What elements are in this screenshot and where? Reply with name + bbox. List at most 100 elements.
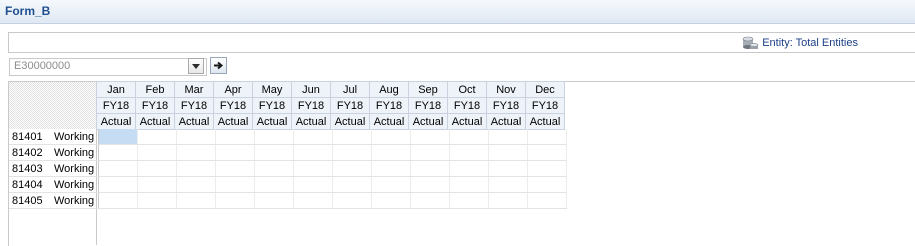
row-header-version[interactable]: Working	[51, 144, 99, 161]
entity-pov[interactable]: Entity: Total Entities	[742, 36, 858, 50]
data-cell[interactable]	[137, 176, 177, 193]
data-cell[interactable]	[176, 129, 216, 145]
column-header-year[interactable]: FY18	[96, 97, 136, 114]
data-cell[interactable]	[449, 129, 489, 145]
row-header-account[interactable]: 81405	[9, 192, 51, 209]
column-header-month[interactable]: Nov	[486, 81, 526, 98]
column-header-month[interactable]: Apr	[213, 81, 253, 98]
data-cell[interactable]	[371, 129, 411, 145]
data-cell[interactable]	[293, 129, 333, 145]
data-cell[interactable]	[371, 144, 411, 161]
column-header-year[interactable]: FY18	[525, 97, 565, 114]
data-cell[interactable]	[332, 129, 372, 145]
column-header-scenario[interactable]: Actual	[291, 113, 331, 130]
data-cell[interactable]	[254, 129, 294, 145]
data-cell[interactable]	[215, 192, 255, 209]
data-cell[interactable]	[176, 192, 216, 209]
column-header-year[interactable]: FY18	[213, 97, 253, 114]
data-cell[interactable]	[410, 160, 450, 177]
column-header-month[interactable]: May	[252, 81, 292, 98]
data-cell[interactable]	[254, 176, 294, 193]
column-header-year[interactable]: FY18	[252, 97, 292, 114]
column-header-month[interactable]: Sep	[408, 81, 448, 98]
row-header-account[interactable]: 81404	[9, 176, 51, 193]
data-cell[interactable]	[176, 160, 216, 177]
column-header-year[interactable]: FY18	[291, 97, 331, 114]
column-header-month[interactable]: Feb	[135, 81, 175, 98]
data-cell[interactable]	[215, 144, 255, 161]
column-header-scenario[interactable]: Actual	[330, 113, 370, 130]
column-header-month[interactable]: Jun	[291, 81, 331, 98]
data-cell[interactable]	[137, 129, 177, 145]
column-header-year[interactable]: FY18	[369, 97, 409, 114]
data-cell[interactable]	[98, 160, 138, 177]
data-cell[interactable]	[527, 144, 567, 161]
data-cell[interactable]	[98, 144, 138, 161]
data-cell[interactable]	[449, 176, 489, 193]
member-select[interactable]: E30000000	[9, 58, 207, 76]
column-header-year[interactable]: FY18	[330, 97, 370, 114]
data-cell[interactable]	[176, 144, 216, 161]
data-cell[interactable]	[371, 160, 411, 177]
go-button[interactable]	[210, 57, 227, 74]
row-header-account[interactable]: 81401	[9, 129, 51, 145]
data-cell[interactable]	[215, 160, 255, 177]
row-header-version[interactable]: Working	[51, 176, 99, 193]
data-cell[interactable]	[488, 192, 528, 209]
data-cell[interactable]	[137, 192, 177, 209]
data-cell[interactable]	[332, 160, 372, 177]
data-cell[interactable]	[527, 176, 567, 193]
column-header-scenario[interactable]: Actual	[408, 113, 448, 130]
data-cell[interactable]	[332, 192, 372, 209]
data-cell[interactable]	[293, 192, 333, 209]
row-header-version[interactable]: Working	[51, 192, 99, 209]
data-cell[interactable]	[332, 176, 372, 193]
data-cell[interactable]	[410, 129, 450, 145]
column-header-year[interactable]: FY18	[135, 97, 175, 114]
column-header-scenario[interactable]: Actual	[252, 113, 292, 130]
data-cell[interactable]	[293, 176, 333, 193]
data-cell[interactable]	[527, 192, 567, 209]
row-header-account[interactable]: 81403	[9, 160, 51, 177]
column-header-scenario[interactable]: Actual	[447, 113, 487, 130]
column-header-month[interactable]: Oct	[447, 81, 487, 98]
entity-link[interactable]: Entity: Total Entities	[762, 37, 858, 49]
data-cell[interactable]	[488, 129, 528, 145]
data-cell[interactable]	[293, 144, 333, 161]
column-header-year[interactable]: FY18	[174, 97, 214, 114]
data-cell[interactable]	[371, 192, 411, 209]
data-cell[interactable]	[488, 160, 528, 177]
data-cell[interactable]	[449, 192, 489, 209]
column-header-scenario[interactable]: Actual	[525, 113, 565, 130]
column-header-month[interactable]: Aug	[369, 81, 409, 98]
data-cell[interactable]	[449, 160, 489, 177]
data-cell[interactable]	[371, 176, 411, 193]
column-header-month[interactable]: Mar	[174, 81, 214, 98]
data-cell[interactable]	[254, 160, 294, 177]
data-cell[interactable]	[137, 160, 177, 177]
data-cell[interactable]	[137, 144, 177, 161]
column-header-scenario[interactable]: Actual	[96, 113, 136, 130]
data-cell[interactable]	[98, 192, 138, 209]
data-cell[interactable]	[410, 176, 450, 193]
data-cell[interactable]	[332, 144, 372, 161]
column-header-year[interactable]: FY18	[486, 97, 526, 114]
row-header-account[interactable]: 81402	[9, 144, 51, 161]
data-cell[interactable]	[176, 176, 216, 193]
data-cell[interactable]	[488, 144, 528, 161]
data-cell[interactable]	[215, 129, 255, 145]
data-cell[interactable]	[488, 176, 528, 193]
data-cell[interactable]	[98, 176, 138, 193]
data-cell[interactable]	[215, 176, 255, 193]
data-cell[interactable]	[410, 144, 450, 161]
column-header-month[interactable]: Jul	[330, 81, 370, 98]
data-cell[interactable]	[293, 160, 333, 177]
data-cell[interactable]	[527, 129, 567, 145]
member-dropdown-button[interactable]	[188, 58, 204, 74]
data-cell[interactable]	[254, 144, 294, 161]
column-header-year[interactable]: FY18	[408, 97, 448, 114]
row-header-version[interactable]: Working	[51, 129, 99, 145]
data-cell[interactable]	[254, 192, 294, 209]
data-cell[interactable]	[410, 192, 450, 209]
column-header-scenario[interactable]: Actual	[135, 113, 175, 130]
